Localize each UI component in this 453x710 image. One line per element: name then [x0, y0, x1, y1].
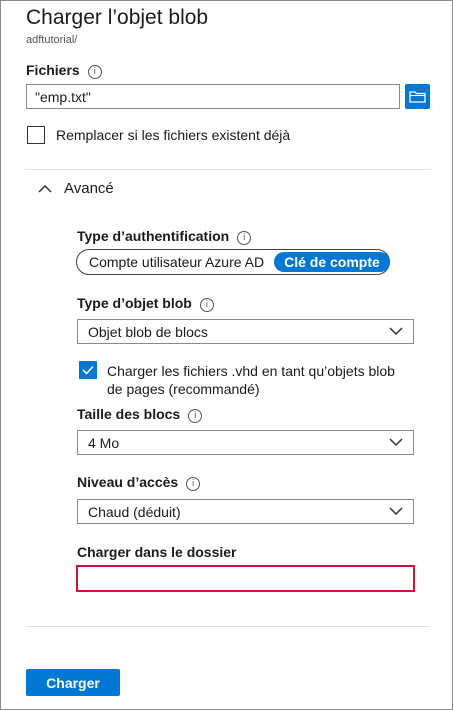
chevron-down-icon	[389, 507, 403, 516]
auth-type-toggle[interactable]: Compte utilisateur Azure AD Clé de compt…	[76, 249, 390, 275]
info-icon[interactable]: i	[186, 477, 201, 491]
files-input-value: "emp.txt"	[35, 88, 91, 105]
folder-label: Charger dans le dossier	[77, 544, 237, 560]
info-icon[interactable]: i	[188, 409, 203, 423]
info-icon[interactable]: i	[199, 298, 214, 312]
blob-type-value: Objet blob de blocs	[88, 323, 208, 340]
checkmark-icon	[82, 365, 94, 375]
info-icon[interactable]: i	[237, 231, 252, 245]
auth-option-account-key[interactable]: Clé de compte	[274, 252, 390, 272]
blob-type-label-text: Type d’objet blob	[77, 295, 192, 311]
vhd-label-line1: Charger les fichiers .vhd en tant qu’obj…	[107, 363, 395, 379]
vhd-label: Charger les fichiers .vhd en tant qu’obj…	[107, 362, 407, 398]
vhd-checkbox[interactable]	[79, 361, 97, 379]
vhd-label-line2: de pages (recommandé)	[107, 381, 260, 397]
blob-type-label: Type d’objet blob i	[77, 295, 214, 312]
auth-type-label-text: Type d’authentification	[77, 228, 230, 244]
files-input[interactable]: "emp.txt"	[26, 84, 400, 109]
advanced-label: Avancé	[64, 180, 114, 197]
auth-option-azure-ad[interactable]: Compte utilisateur Azure AD	[79, 252, 274, 272]
files-label-text: Fichiers	[26, 62, 80, 78]
divider	[26, 169, 430, 170]
info-icon[interactable]: i	[87, 65, 102, 79]
files-label: Fichiers i	[26, 62, 102, 79]
access-tier-select[interactable]: Chaud (déduit)	[77, 499, 414, 524]
access-tier-label-text: Niveau d’accès	[77, 474, 179, 490]
block-size-select[interactable]: 4 Mo	[77, 430, 414, 455]
chevron-up-icon	[38, 184, 52, 193]
advanced-toggle[interactable]: Avancé	[38, 180, 114, 197]
page-title: Charger l’objet blob	[26, 6, 209, 29]
access-tier-value: Chaud (déduit)	[88, 503, 181, 520]
breadcrumb: adftutorial/	[26, 34, 78, 46]
folder-input[interactable]	[76, 565, 415, 592]
chevron-down-icon	[389, 438, 403, 447]
divider	[26, 626, 430, 627]
block-size-value: 4 Mo	[88, 434, 120, 451]
block-size-label: Taille des blocs i	[77, 406, 203, 423]
blob-type-select[interactable]: Objet blob de blocs	[77, 319, 414, 344]
auth-type-label: Type d’authentification i	[77, 228, 252, 245]
folder-icon	[409, 91, 426, 103]
access-tier-label: Niveau d’accès i	[77, 474, 201, 491]
chevron-down-icon	[389, 327, 403, 336]
overwrite-label: Remplacer si les fichiers existent déjà	[56, 127, 291, 143]
browse-files-button[interactable]	[405, 84, 430, 109]
block-size-label-text: Taille des blocs	[77, 406, 181, 422]
overwrite-checkbox[interactable]	[27, 126, 45, 144]
upload-button[interactable]: Charger	[26, 669, 120, 696]
